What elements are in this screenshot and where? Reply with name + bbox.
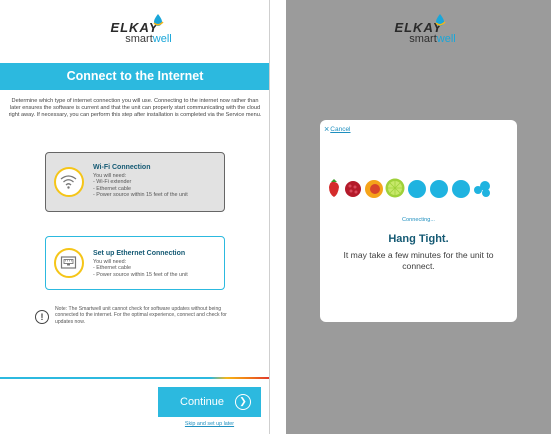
ethernet-connection-option[interactable]: Set up Ethernet Connection You will need… xyxy=(45,236,225,290)
connect-internet-screen: ELKAY smartwell Connect to the Internet … xyxy=(0,0,270,434)
ethernet-option-title: Set up Ethernet Connection xyxy=(93,250,186,257)
logo-subtitle: smartwell xyxy=(314,33,551,45)
intro-text: Determine which type of internet connect… xyxy=(8,98,262,119)
logo-sub-b: well xyxy=(436,33,456,45)
loading-dot xyxy=(452,180,470,198)
water-drop-icon xyxy=(153,14,164,26)
wifi-option-title: Wi-Fi Connection xyxy=(93,164,151,171)
ethernet-icon-circle xyxy=(54,248,84,278)
cancel-label: Cancel xyxy=(330,126,351,133)
continue-button[interactable]: Continue ❯ xyxy=(158,387,261,417)
modal-message: It may take a few minutes for the unit t… xyxy=(343,250,494,271)
loading-dot xyxy=(430,180,448,198)
connecting-status: Connecting... xyxy=(402,217,435,223)
connecting-modal: ×Cancel Connecting... Hang Tight. It may… xyxy=(320,120,517,322)
page-title: Connect to the Internet xyxy=(0,63,269,90)
logo-sub-b: well xyxy=(152,33,172,45)
water-drop-icon xyxy=(435,14,446,26)
wifi-requirements: You will need: - Wi-Fi extender - Ethern… xyxy=(93,173,188,199)
wifi-connection-option[interactable]: Wi-Fi Connection You will need: - Wi-Fi … xyxy=(45,152,225,212)
loading-dot-splash xyxy=(474,181,490,197)
connecting-screen: ELKAY smartwell ×Cancel Connecting... Ha… xyxy=(286,0,551,434)
arrow-right-icon: ❯ xyxy=(235,394,251,410)
ethernet-port-icon xyxy=(60,256,77,269)
wifi-icon xyxy=(60,175,77,189)
elkay-smartwell-logo: ELKAY smartwell xyxy=(0,14,269,45)
continue-label: Continue xyxy=(180,396,225,408)
raspberry-icon xyxy=(345,181,361,197)
skip-link[interactable]: Skip and set up later xyxy=(158,421,261,427)
loading-fruit-animation xyxy=(329,178,490,198)
loading-dot xyxy=(408,180,426,198)
ethernet-need-item: - Power source within 15 feet of the uni… xyxy=(93,271,188,278)
logo-sub-a: smart xyxy=(409,33,437,45)
lime-icon xyxy=(385,178,405,198)
ethernet-requirements: You will need: - Ethernet cable - Power … xyxy=(93,259,188,278)
logo-subtitle: smartwell xyxy=(28,33,269,45)
cancel-button[interactable]: ×Cancel xyxy=(324,124,351,134)
peach-icon xyxy=(365,180,383,198)
elkay-smartwell-logo: ELKAY smartwell xyxy=(286,14,551,45)
note-text: Note: The Smartwell unit cannot check fo… xyxy=(55,306,227,325)
wifi-need-item: - Power source within 15 feet of the uni… xyxy=(93,192,188,199)
close-icon: × xyxy=(324,124,330,134)
info-exclamation-icon: ! xyxy=(35,310,49,324)
color-progress-bar xyxy=(0,377,269,379)
logo-sub-a: smart xyxy=(125,33,153,45)
strawberry-icon xyxy=(329,179,339,197)
modal-heading: Hang Tight. xyxy=(388,233,449,245)
wifi-icon-circle xyxy=(54,167,84,197)
